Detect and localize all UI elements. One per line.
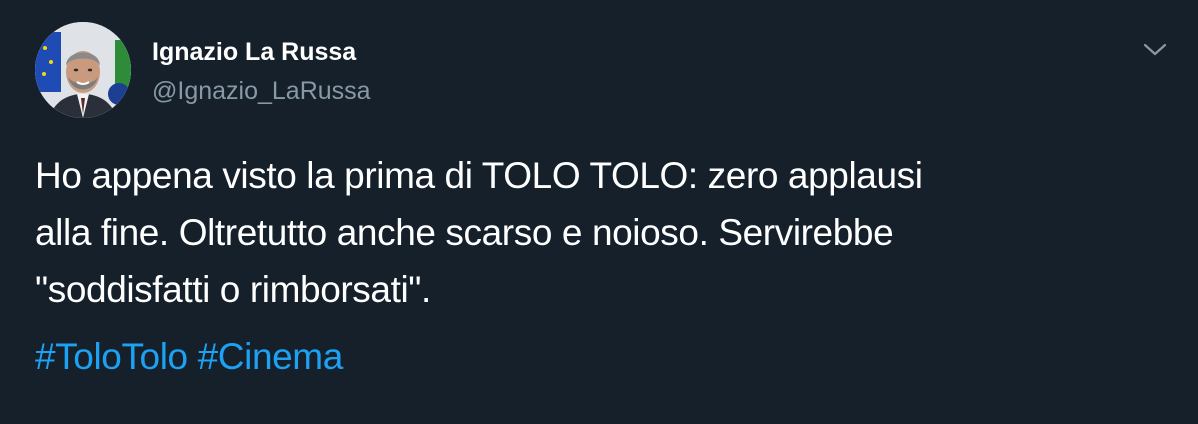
user-handle[interactable]: @Ignazio_LaRussa [152, 75, 371, 107]
display-name[interactable]: Ignazio La Russa [152, 36, 356, 68]
tweet-text: Ho appena visto la prima di TOLO TOLO: z… [35, 147, 1145, 318]
tweet-card: Ignazio La Russa @Ignazio_LaRussa Ho app… [0, 0, 1198, 424]
tweet-text-line: Ho appena visto la prima di TOLO TOLO: z… [35, 155, 923, 196]
hashtag-tolotolo[interactable]: #ToloTolo [35, 336, 188, 377]
profile-photo-icon [35, 22, 131, 118]
tweet-menu-button[interactable] [1135, 30, 1175, 70]
chevron-down-icon [1143, 43, 1167, 56]
hashtag-list: #ToloTolo #Cinema [35, 328, 343, 385]
tweet-text-line: alla fine. Oltretutto anche scarso e noi… [35, 212, 894, 253]
hashtag-cinema[interactable]: #Cinema [198, 336, 344, 377]
avatar[interactable] [35, 22, 131, 118]
tweet-text-line: "soddisfatti o rimborsati". [35, 269, 431, 310]
